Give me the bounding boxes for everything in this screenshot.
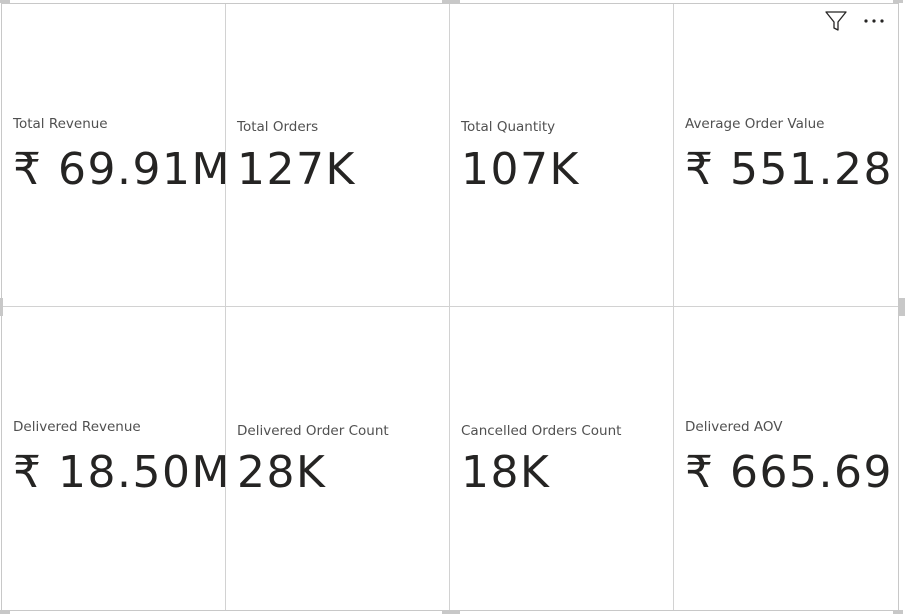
kpi-card-label: Total Orders xyxy=(237,119,319,135)
kpi-card-grid: Total Revenue ₹ 69.91M Total Orders 127K… xyxy=(2,4,898,610)
visual-header xyxy=(818,8,890,34)
kpi-card-value: 107K xyxy=(461,144,580,195)
kpi-card-label: Total Quantity xyxy=(461,119,556,135)
kpi-card-total-quantity[interactable]: Total Quantity 107K xyxy=(450,4,674,307)
kpi-card-cancelled-orders-count[interactable]: Cancelled Orders Count 18K xyxy=(450,307,674,610)
kpi-card-average-order-value[interactable]: Average Order Value ₹ 551.28 xyxy=(674,4,898,307)
kpi-card-delivered-aov[interactable]: Delivered AOV ₹ 665.69 xyxy=(674,307,898,610)
kpi-card-value: ₹ 18.50M xyxy=(13,447,226,498)
kpi-card-value: ₹ 551.28 xyxy=(685,144,893,195)
kpi-card-label: Delivered Order Count xyxy=(237,423,389,439)
resize-handle-top-left[interactable] xyxy=(0,0,10,3)
kpi-card-delivered-order-count[interactable]: Delivered Order Count 28K xyxy=(226,307,450,610)
card-visual-container[interactable]: Total Revenue ₹ 69.91M Total Orders 127K… xyxy=(1,3,899,611)
resize-handle-bottom-right[interactable] xyxy=(893,610,903,614)
kpi-card-label: Average Order Value xyxy=(685,116,825,132)
resize-handle-bottom-left[interactable] xyxy=(0,610,10,614)
kpi-card-label: Delivered Revenue xyxy=(13,419,141,435)
filter-icon[interactable] xyxy=(822,8,850,34)
more-options-icon[interactable] xyxy=(860,8,888,34)
kpi-card-total-revenue[interactable]: Total Revenue ₹ 69.91M xyxy=(2,4,226,307)
resize-handle-right[interactable] xyxy=(899,298,905,316)
resize-handle-top-right[interactable] xyxy=(893,0,903,3)
kpi-card-label: Cancelled Orders Count xyxy=(461,423,622,439)
kpi-card-value: 28K xyxy=(237,447,327,498)
resize-handle-top[interactable] xyxy=(442,0,460,3)
kpi-card-value: 18K xyxy=(461,447,551,498)
resize-handle-bottom[interactable] xyxy=(442,610,460,614)
kpi-card-delivered-revenue[interactable]: Delivered Revenue ₹ 18.50M xyxy=(2,307,226,610)
kpi-card-label: Total Revenue xyxy=(13,116,108,132)
kpi-card-total-orders[interactable]: Total Orders 127K xyxy=(226,4,450,307)
kpi-card-value: ₹ 665.69 xyxy=(685,447,893,498)
resize-handle-left[interactable] xyxy=(0,298,3,316)
kpi-card-value: 127K xyxy=(237,144,356,195)
kpi-card-label: Delivered AOV xyxy=(685,419,783,435)
kpi-card-value: ₹ 69.91M xyxy=(13,144,226,195)
